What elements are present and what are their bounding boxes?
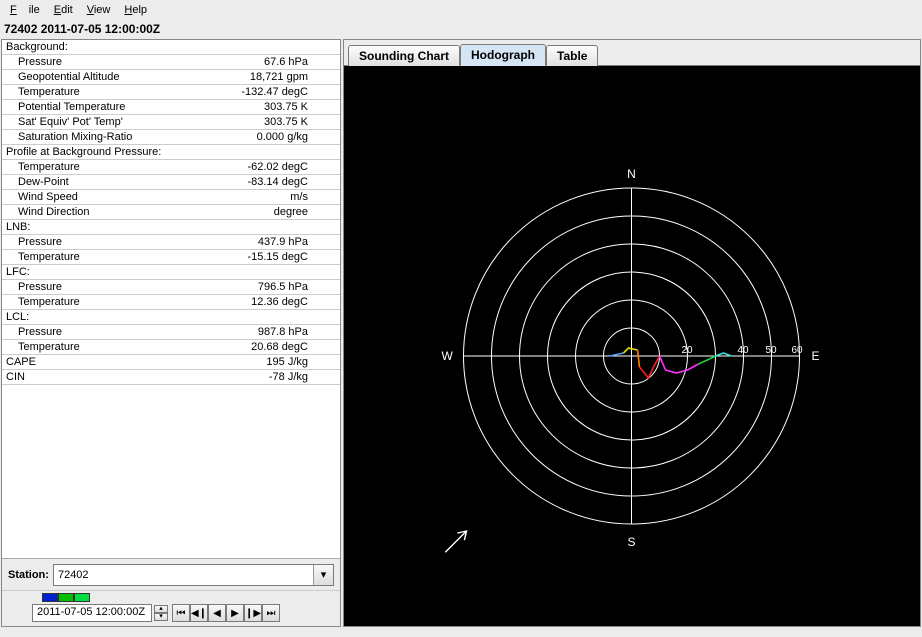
table-row[interactable]: Wind Speedm/s	[2, 190, 340, 205]
prev-button[interactable]: ◀❙	[190, 604, 208, 622]
table-row[interactable]: Temperature-132.47 degC	[2, 85, 340, 100]
menu-file[interactable]: File	[4, 2, 46, 18]
menu-bar: File Edit View Help	[0, 0, 922, 20]
tab-table[interactable]: Table	[546, 45, 598, 66]
hodograph-chart[interactable]: N S E W 20 40 50 60	[344, 66, 920, 626]
svg-text:40: 40	[738, 345, 750, 356]
table-row[interactable]: Temperature12.36 degC	[2, 295, 340, 310]
time-stepper[interactable]: ▴ ▾	[154, 605, 168, 621]
table-row[interactable]: Sat' Equiv' Pot' Temp'303.75 K	[2, 115, 340, 130]
section-header-background: Background:	[2, 40, 340, 55]
station-bar: Station: 72402 ▾	[2, 558, 340, 590]
legend-chip	[74, 593, 90, 602]
section-header-lnb: LNB:	[2, 220, 340, 235]
color-legend	[42, 593, 334, 602]
table-row[interactable]: CAPE195 J/kg	[2, 355, 340, 370]
time-field[interactable]: 2011-07-05 12:00:00Z	[32, 604, 152, 622]
table-row[interactable]: Geopotential Altitude18,721 gpm	[2, 70, 340, 85]
table-row[interactable]: Potential Temperature303.75 K	[2, 100, 340, 115]
table-row[interactable]: Dew-Point-83.14 degC	[2, 175, 340, 190]
table-row[interactable]: Pressure67.6 hPa	[2, 55, 340, 70]
tab-hodograph[interactable]: Hodograph	[460, 44, 546, 66]
svg-text:W: W	[442, 349, 454, 363]
tab-sounding-chart[interactable]: Sounding Chart	[348, 45, 460, 66]
right-panel: Sounding Chart Hodograph Table	[343, 39, 921, 627]
svg-text:20: 20	[682, 345, 694, 356]
first-button[interactable]: ⏮	[172, 604, 190, 622]
table-row[interactable]: Wind Directiondegree	[2, 205, 340, 220]
play-button[interactable]: ▶	[226, 604, 244, 622]
chevron-down-icon[interactable]: ▾	[313, 565, 333, 585]
play-back-button[interactable]: ◀	[208, 604, 226, 622]
legend-chip	[58, 593, 74, 602]
station-label: Station:	[8, 569, 49, 581]
table-row[interactable]: CIN-78 J/kg	[2, 370, 340, 385]
parameter-table: Background: Pressure67.6 hPa Geopotentia…	[2, 40, 340, 558]
time-bar: 2011-07-05 12:00:00Z ▴ ▾ ⏮ ◀❙ ◀ ▶ ❙▶ ⏭	[2, 590, 340, 626]
svg-text:N: N	[627, 167, 636, 181]
svg-text:E: E	[812, 349, 820, 363]
svg-text:50: 50	[766, 345, 778, 356]
section-header-lcl: LCL:	[2, 310, 340, 325]
tab-strip: Sounding Chart Hodograph Table	[344, 40, 920, 66]
left-panel: Background: Pressure67.6 hPa Geopotentia…	[1, 39, 341, 627]
playback-controls: ⏮ ◀❙ ◀ ▶ ❙▶ ⏭	[172, 604, 280, 622]
hodograph-svg: N S E W 20 40 50 60	[344, 66, 920, 626]
legend-chip	[42, 593, 58, 602]
menu-edit[interactable]: Edit	[48, 2, 79, 18]
table-row[interactable]: Saturation Mixing-Ratio0.000 g/kg	[2, 130, 340, 145]
table-row[interactable]: Temperature20.68 degC	[2, 340, 340, 355]
stepper-down-icon[interactable]: ▾	[154, 613, 168, 621]
table-row[interactable]: Temperature-62.02 degC	[2, 160, 340, 175]
table-row[interactable]: Pressure987.8 hPa	[2, 325, 340, 340]
table-row[interactable]: Pressure437.9 hPa	[2, 235, 340, 250]
menu-help[interactable]: Help	[118, 2, 153, 18]
next-button[interactable]: ❙▶	[244, 604, 262, 622]
station-dropdown[interactable]: 72402 ▾	[53, 564, 334, 586]
section-header-lfc: LFC:	[2, 265, 340, 280]
svg-text:60: 60	[792, 345, 804, 356]
table-row[interactable]: Temperature-15.15 degC	[2, 250, 340, 265]
menu-view[interactable]: View	[81, 2, 117, 18]
last-button[interactable]: ⏭	[262, 604, 280, 622]
station-value: 72402	[58, 569, 89, 581]
svg-text:S: S	[627, 535, 635, 549]
section-header-profile: Profile at Background Pressure:	[2, 145, 340, 160]
stepper-up-icon[interactable]: ▴	[154, 605, 168, 613]
table-row[interactable]: Pressure796.5 hPa	[2, 280, 340, 295]
page-title: 72402 2011-07-05 12:00:00Z	[0, 20, 922, 38]
